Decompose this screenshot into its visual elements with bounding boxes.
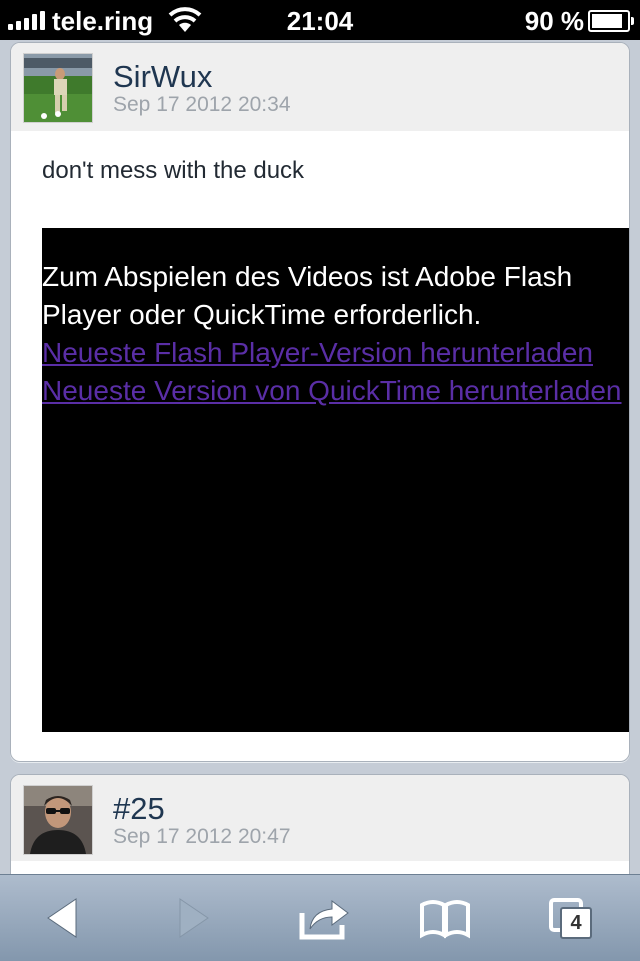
back-button[interactable] [40, 895, 90, 941]
post-header: #25 Sep 17 2012 20:47 [11, 775, 629, 861]
post-text: don't mess with the duck [42, 157, 305, 184]
bookmarks-icon [420, 900, 470, 939]
forward-button[interactable] [168, 895, 218, 941]
post-header: SirWux Sep 17 2012 20:34 [11, 43, 629, 131]
back-arrow-icon [47, 898, 77, 938]
forward-arrow-icon [179, 898, 209, 938]
flash-download-link[interactable]: Neueste Flash Player-Version herunterlad… [42, 334, 593, 372]
share-button[interactable] [298, 895, 349, 941]
forum-post: #25 Sep 17 2012 20:47 [10, 774, 630, 874]
video-embed[interactable]: Zum Abspielen des Videos ist Adobe Flash… [42, 228, 629, 732]
battery-percentage: 90 % [524, 6, 584, 36]
quicktime-download-link[interactable]: Neueste Version von QuickTime herunterla… [42, 372, 622, 410]
tabs-count: 4 [560, 907, 592, 939]
forum-post: SirWux Sep 17 2012 20:34 don't mess with… [10, 42, 630, 762]
bookmarks-button[interactable] [418, 895, 470, 941]
status-bar: tele.ring 21:04 90 % [0, 0, 640, 40]
post-timestamp: Sep 17 2012 20:34 [113, 93, 291, 116]
post-username[interactable]: SirWux [113, 59, 212, 95]
post-number[interactable]: #25 [113, 791, 165, 827]
forum-thread[interactable]: SirWux Sep 17 2012 20:34 don't mess with… [0, 40, 640, 874]
browser-toolbar: 4 [0, 874, 640, 961]
share-icon [299, 900, 349, 940]
post-timestamp: Sep 17 2012 20:47 [113, 825, 291, 848]
video-plugin-message: Zum Abspielen des Videos ist Adobe Flash… [42, 261, 573, 330]
tabs-button[interactable]: 4 [548, 895, 598, 941]
avatar[interactable] [23, 785, 93, 855]
avatar[interactable] [23, 53, 93, 123]
battery-icon [588, 10, 634, 32]
